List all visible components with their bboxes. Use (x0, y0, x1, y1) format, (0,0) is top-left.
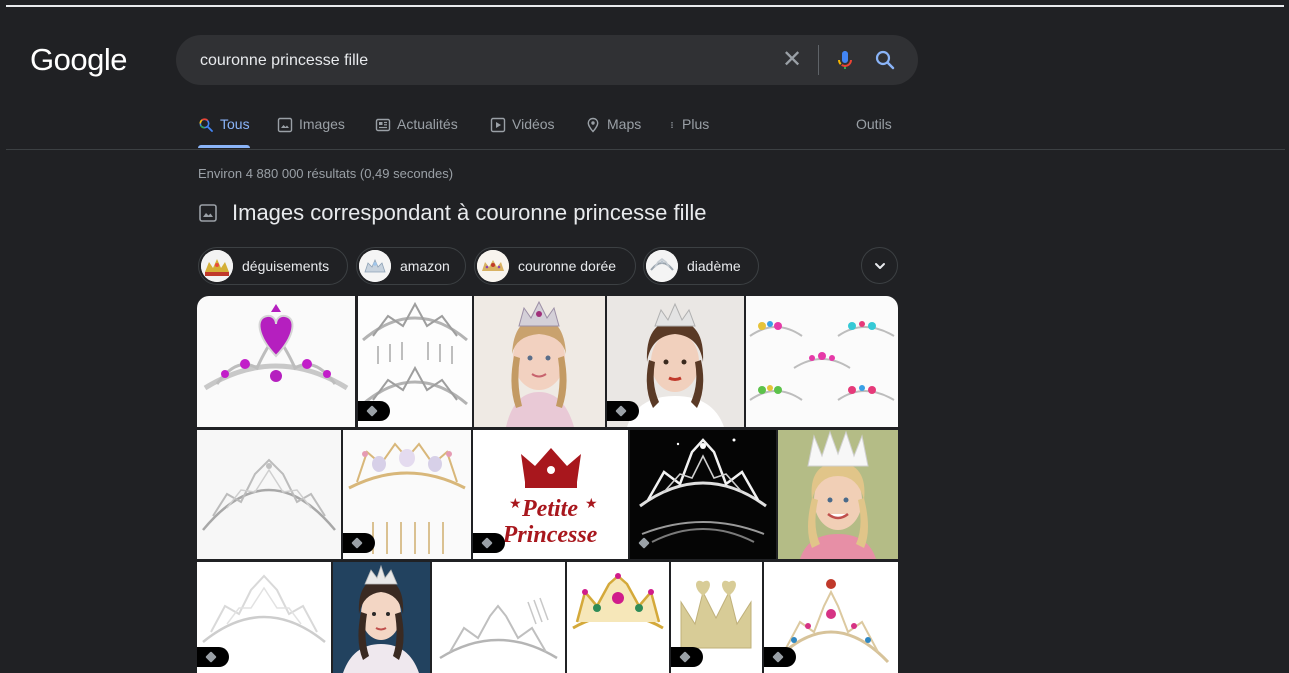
search-icon (199, 118, 213, 132)
image-result[interactable] (432, 562, 565, 673)
image-icon (199, 204, 217, 222)
close-icon[interactable]: ✕ (780, 48, 804, 72)
svg-text:★: ★ (509, 495, 522, 511)
shopping-tag-icon (630, 533, 662, 553)
tab-images[interactable]: Images (277, 116, 345, 148)
chip-label: diadème (687, 258, 741, 274)
shopping-tag-icon (197, 647, 229, 667)
image-result[interactable] (197, 430, 341, 559)
tabs-divider (6, 149, 1285, 150)
image-result[interactable] (746, 296, 898, 427)
images-heading-text: Images correspondant à couronne princess… (232, 200, 707, 225)
tab-label: Vidéos (512, 116, 555, 132)
more-vert-icon (671, 122, 673, 128)
tools-button[interactable]: Outils (856, 116, 892, 132)
image-result[interactable] (474, 296, 605, 427)
chip-diademe[interactable]: diadème (643, 247, 759, 285)
tab-tous[interactable]: Tous (198, 116, 250, 148)
shopping-tag-icon (671, 647, 703, 667)
shopping-tag-icon (473, 533, 505, 553)
chevron-down-icon (874, 262, 885, 269)
video-icon (490, 117, 506, 133)
tab-maps[interactable]: Maps (585, 116, 641, 148)
chip-thumbnail (646, 250, 678, 282)
chip-thumbnail (359, 250, 391, 282)
chip-thumbnail (201, 250, 233, 282)
image-result[interactable] (358, 296, 472, 427)
chip-amazon[interactable]: amazon (356, 247, 466, 285)
image-results-grid: Petite Princesse ★ ★ (197, 296, 898, 673)
chip-label: couronne dorée (518, 258, 617, 274)
google-logo[interactable]: Google (30, 42, 127, 78)
search-icon[interactable] (873, 48, 897, 72)
search-box[interactable]: ✕ (176, 35, 918, 87)
tab-label: Actualités (397, 116, 458, 132)
chip-label: déguisements (242, 258, 330, 274)
images-heading[interactable]: Images correspondant à couronne princess… (198, 200, 707, 226)
shopping-tag-icon (343, 533, 375, 553)
chip-label: amazon (400, 258, 450, 274)
news-icon (375, 118, 391, 132)
image-result[interactable] (764, 562, 898, 673)
chip-couronne-doree[interactable]: couronne dorée (474, 247, 636, 285)
chip-thumbnail (477, 250, 509, 282)
image-icon (277, 117, 293, 133)
tab-label: Maps (607, 116, 642, 132)
image-result[interactable] (671, 562, 762, 673)
tile-text-petite: Petite (521, 496, 578, 522)
image-result[interactable] (630, 430, 776, 559)
search-input[interactable] (198, 35, 762, 87)
tab-actualites[interactable]: Actualités (375, 116, 458, 148)
chip-deguisements[interactable]: déguisements (198, 247, 348, 285)
chips-expand-button[interactable] (861, 247, 898, 284)
tile-text-princesse: Princesse (502, 522, 598, 548)
image-result[interactable] (333, 562, 430, 673)
shopping-tag-icon (764, 647, 796, 667)
tab-videos[interactable]: Vidéos (490, 116, 555, 148)
map-pin-icon (587, 117, 599, 133)
results-stats: Environ 4 880 000 résultats (0,49 second… (198, 166, 454, 181)
image-result[interactable] (778, 430, 898, 559)
top-border (6, 5, 1284, 7)
tab-label: Plus (682, 116, 710, 132)
svg-text:★: ★ (585, 495, 598, 511)
shopping-tag-icon (607, 401, 639, 421)
image-result[interactable] (197, 562, 331, 673)
search-divider (818, 45, 819, 75)
image-result[interactable] (197, 296, 355, 427)
tab-label: Tous (220, 116, 250, 132)
image-result[interactable]: Petite Princesse ★ ★ (473, 430, 628, 559)
microphone-icon[interactable] (833, 48, 857, 72)
tab-label: Images (299, 116, 345, 132)
shopping-tag-icon (358, 401, 390, 421)
tab-plus[interactable]: Plus (668, 116, 709, 148)
image-result[interactable] (607, 296, 744, 427)
image-result[interactable] (567, 562, 669, 673)
image-result[interactable] (343, 430, 471, 559)
